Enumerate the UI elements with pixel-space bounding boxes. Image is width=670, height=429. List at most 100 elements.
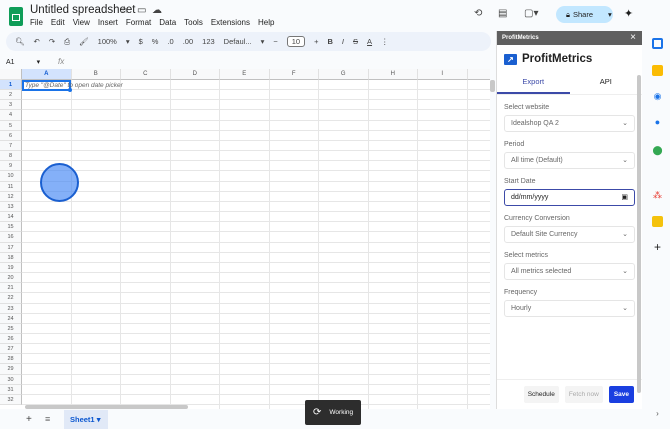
fetch-now-button[interactable]: Fetch now <box>564 386 603 403</box>
menu-view[interactable]: View <box>73 18 90 27</box>
more-formats-button[interactable]: 123 <box>202 37 215 46</box>
expand-icon[interactable]: › <box>652 408 663 419</box>
increase-decimal-button[interactable]: .00 <box>183 37 193 46</box>
font-select[interactable]: Defaul... <box>224 37 252 46</box>
cell-a1[interactable]: Type "@Date" to open date picker <box>22 80 123 92</box>
percent-button[interactable]: % <box>152 37 159 46</box>
comment-icon[interactable]: ▤ <box>498 8 507 19</box>
tab-api[interactable]: API <box>570 73 643 94</box>
formula-input[interactable]: fx <box>58 57 64 66</box>
row-header[interactable]: 1 <box>0 80 22 91</box>
maps-icon[interactable]: ⬤ <box>652 145 663 156</box>
row-header[interactable]: 14 <box>0 212 22 223</box>
share-button[interactable]: 🔒︎ Share ▾ <box>556 6 613 23</box>
row-header[interactable]: 28 <box>0 354 22 365</box>
add-sheet-icon[interactable]: + <box>26 414 32 425</box>
row-header[interactable]: 29 <box>0 364 22 375</box>
row-header[interactable]: 27 <box>0 344 22 355</box>
close-icon[interactable]: × <box>630 31 636 45</box>
history-icon[interactable]: ⟲ <box>474 8 482 19</box>
column-header[interactable]: I <box>418 69 468 80</box>
menu-file[interactable]: File <box>30 18 43 27</box>
all-sheets-icon[interactable]: ≡ <box>45 414 50 424</box>
menu-data[interactable]: Data <box>159 18 176 27</box>
menu-edit[interactable]: Edit <box>51 18 65 27</box>
undo-icon[interactable]: ↶ <box>34 37 40 46</box>
column-header[interactable]: C <box>121 69 171 80</box>
frequency-select[interactable]: Hourly ⌄ <box>504 300 635 317</box>
select-all-corner[interactable] <box>0 69 22 80</box>
column-header[interactable]: G <box>319 69 369 80</box>
period-select[interactable]: All time (Default) ⌄ <box>504 152 635 169</box>
row-header[interactable]: 3 <box>0 100 22 111</box>
row-header[interactable]: 30 <box>0 374 22 385</box>
row-header[interactable]: 5 <box>0 120 22 131</box>
row-header[interactable]: 16 <box>0 232 22 243</box>
italic-button[interactable]: I <box>342 37 344 46</box>
strikethrough-button[interactable]: S <box>353 37 358 46</box>
cloud-icon[interactable]: ☁ <box>152 5 162 16</box>
website-select[interactable]: Idealshop QA 2 ⌄ <box>504 115 635 132</box>
row-header[interactable]: 18 <box>0 252 22 263</box>
row-header[interactable]: 9 <box>0 161 22 172</box>
text-color-button[interactable]: A <box>367 37 372 46</box>
save-button[interactable]: Save <box>608 386 634 403</box>
star-icon[interactable]: ☆ <box>120 5 129 16</box>
row-header[interactable]: 24 <box>0 313 22 324</box>
font-size-increase[interactable]: + <box>314 37 318 46</box>
sheets-logo[interactable] <box>9 7 23 26</box>
row-header[interactable]: 10 <box>0 171 22 182</box>
decrease-decimal-button[interactable]: .0 <box>167 37 173 46</box>
meet-icon[interactable]: ▢▾ <box>524 8 538 19</box>
addon-icon[interactable]: ⁂ <box>652 190 663 201</box>
column-header[interactable]: A <box>22 69 72 80</box>
sheet-tab-sheet1[interactable]: Sheet1 ▾ <box>64 410 108 429</box>
folder-icon[interactable]: ▭ <box>137 5 146 16</box>
spreadsheet-grid[interactable]: A B C D E F G H I 1 2 3 4 5 6 7 8 9 10 11 12 13 14 15 16 17 18 19 20… <box>0 69 490 409</box>
column-header[interactable]: D <box>170 69 220 80</box>
name-box[interactable]: A1 ▾ <box>6 58 40 66</box>
menu-help[interactable]: Help <box>258 18 274 27</box>
column-header[interactable]: H <box>368 69 418 80</box>
vertical-scrollbar[interactable] <box>490 80 495 92</box>
paint-format-icon[interactable]: 🖌︎ <box>79 37 89 46</box>
zoom-select[interactable]: 100% <box>98 37 117 46</box>
column-header[interactable]: B <box>71 69 121 80</box>
row-header[interactable]: 32 <box>0 394 22 406</box>
gemini-icon[interactable]: ✦ <box>624 7 633 20</box>
sidebar-scrollbar[interactable] <box>637 75 641 393</box>
row-header[interactable]: 13 <box>0 201 22 213</box>
menu-tools[interactable]: Tools <box>184 18 203 27</box>
row-header[interactable]: 15 <box>0 222 22 233</box>
search-icon[interactable]: 🔍︎ <box>15 37 25 46</box>
bold-button[interactable]: B <box>328 37 333 46</box>
menu-extensions[interactable]: Extensions <box>211 18 250 27</box>
metrics-select[interactable]: All metrics selected ⌄ <box>504 263 635 280</box>
add-icon[interactable]: + <box>652 241 663 253</box>
keep-icon[interactable] <box>652 65 663 76</box>
redo-icon[interactable]: ↷ <box>49 37 55 46</box>
row-header[interactable]: 22 <box>0 293 22 304</box>
currency-button[interactable]: $ <box>139 37 143 46</box>
more-icon[interactable]: ⋮ <box>381 37 389 46</box>
tab-export[interactable]: Export <box>497 73 570 94</box>
row-header[interactable]: 8 <box>0 151 22 162</box>
profitmetrics-addon-icon[interactable] <box>652 216 663 227</box>
column-header-extra[interactable] <box>467 69 490 80</box>
fill-handle[interactable] <box>68 88 72 92</box>
row-header[interactable]: 19 <box>0 262 22 274</box>
row-header[interactable]: 7 <box>0 140 22 152</box>
row-header[interactable]: 2 <box>0 90 22 101</box>
row-header[interactable]: 11 <box>0 181 22 192</box>
tasks-icon[interactable]: ◉ <box>652 91 663 102</box>
contacts-icon[interactable]: ● <box>652 117 663 128</box>
row-header[interactable]: 17 <box>0 242 22 253</box>
row-header[interactable]: 23 <box>0 303 22 314</box>
currency-select[interactable]: Default Site Currency ⌄ <box>504 226 635 243</box>
row-header[interactable]: 6 <box>0 130 22 141</box>
row-header[interactable]: 25 <box>0 323 22 334</box>
horizontal-scrollbar[interactable] <box>25 405 188 409</box>
print-icon[interactable]: ⎙ <box>64 37 70 47</box>
row-header[interactable]: 26 <box>0 334 22 345</box>
menu-insert[interactable]: Insert <box>98 18 118 27</box>
